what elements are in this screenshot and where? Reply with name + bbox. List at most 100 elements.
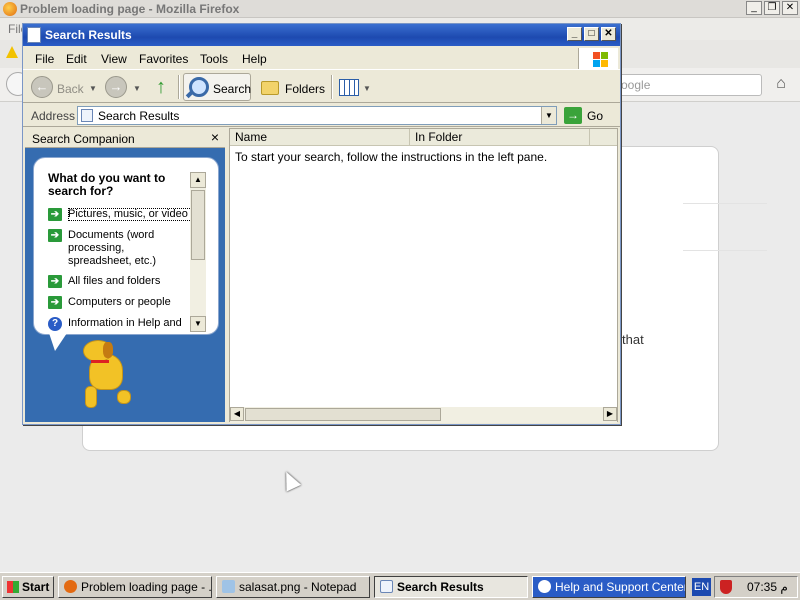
scroll-left-icon[interactable]: ◀ [230,407,244,421]
firefox-logo-icon [3,2,17,16]
task-label: Help and Support Center [555,580,686,594]
task-label: Problem loading page - ... [81,580,212,594]
start-button[interactable]: Start [2,576,54,598]
dog-collar [91,360,109,363]
address-label: Address [31,109,76,123]
address-value: Search Results [98,109,180,123]
results-list: Name In Folder To start your search, fol… [229,128,618,423]
menu-bar: File Edit View Favorites Tools Help [23,46,620,70]
search-options-bubble: What do you want to search for? ➔ Pictur… [33,157,219,335]
menu-edit[interactable]: Edit [66,52,87,66]
help-icon: ? [48,317,62,331]
task-firefox[interactable]: Problem loading page - ... [58,576,212,598]
folder-up-icon[interactable]: ↑ [151,76,171,98]
firefox-restore-button[interactable]: ❐ [764,1,780,15]
forward-dropdown-icon[interactable]: ▼ [133,84,141,93]
green-arrow-icon: ➔ [48,275,62,288]
scroll-right-icon[interactable]: ▶ [603,407,617,421]
task-label: Search Results [397,580,484,594]
windows-flag-icon [578,48,618,69]
toolbar-separator [331,75,332,99]
menu-file[interactable]: File [35,52,54,66]
scroll-down-icon[interactable]: ▼ [190,316,206,332]
standard-toolbar: ← Back ▼ → ▼ ↑ Search Folders ▼ [23,71,620,103]
green-arrow-icon: ➔ [48,229,62,242]
folders-icon[interactable] [261,81,279,95]
divider [683,250,767,251]
search-button-label[interactable]: Search [213,82,251,96]
horizontal-scroll-thumb[interactable] [245,408,441,421]
menu-help[interactable]: Help [242,52,267,66]
column-name[interactable]: Name [230,129,410,146]
notepad-icon [222,580,235,593]
option-documents[interactable]: ➔ Documents (word processing, spreadshee… [48,229,198,268]
search-companion-pane: Search Companion × What do you want to s… [25,128,225,422]
search-results-icon [380,580,393,593]
taskbar: Start Problem loading page - ... salasat… [0,572,800,600]
folders-button-label[interactable]: Folders [285,82,325,96]
address-dropdown-icon[interactable]: ▼ [541,107,556,124]
address-bar: Address Search Results ▼ → Go [23,104,620,127]
go-button-label[interactable]: Go [587,109,603,123]
firefox-minimize-button[interactable]: _ [746,1,762,15]
window-title: Search Results [45,28,132,42]
bubble-tail [49,333,67,351]
task-notepad[interactable]: salasat.png - Notepad [216,576,370,598]
menu-favorites[interactable]: Favorites [139,52,188,66]
option-information-help[interactable]: ? Information in Help and [48,317,198,331]
search-companion-title: Search Companion [32,132,135,146]
firefox-title-bar: Problem loading page - Mozilla Firefox [0,0,800,18]
back-dropdown-icon[interactable]: ▼ [89,84,97,93]
option-label[interactable]: Pictures, music, or video [68,208,198,221]
menu-view[interactable]: View [101,52,127,66]
forward-arrow-icon[interactable]: → [105,76,127,98]
option-label[interactable]: Documents (word processing, spreadsheet,… [68,229,168,268]
menu-tools[interactable]: Tools [200,52,228,66]
dog-ear [103,342,113,358]
option-pictures-music-video[interactable]: ➔ Pictures, music, or video [48,208,198,221]
close-pane-icon[interactable]: × [211,129,219,145]
search-results-icon [81,109,93,122]
windows-logo-icon [7,581,19,593]
firefox-title: Problem loading page - Mozilla Firefox [20,2,240,16]
column-in-folder[interactable]: In Folder [410,129,590,146]
close-button[interactable]: ✕ [601,27,616,41]
help-center-icon [538,580,551,593]
option-label[interactable]: Information in Help and [68,317,198,330]
option-all-files-folders[interactable]: ➔ All files and folders [48,275,198,288]
dog-leg [85,386,97,408]
search-window-icon [27,27,41,43]
search-companion-header: Search Companion × [25,128,225,148]
search-question: What do you want to search for? [48,171,166,198]
clock[interactable]: 07:35 م [747,580,788,594]
option-label[interactable]: All files and folders [68,275,198,288]
scroll-thumb[interactable] [191,190,205,260]
go-arrow-icon[interactable]: → [564,107,582,124]
minimize-button[interactable]: _ [567,27,582,41]
language-indicator[interactable]: EN [692,578,711,596]
options-scrollbar[interactable]: ▲ ▼ [190,172,206,332]
views-icon[interactable] [339,79,359,96]
maximize-button[interactable]: □ [584,27,599,41]
dog-leg [117,390,131,404]
search-window-title-bar[interactable]: Search Results _ □ ✕ [23,24,620,46]
security-shield-icon[interactable] [720,580,732,594]
firefox-search-input[interactable]: oogle [612,74,762,96]
back-arrow-icon[interactable]: ← [31,76,53,98]
option-label[interactable]: Computers or people [68,296,198,309]
column-header-row: Name In Folder [230,129,617,146]
firefox-icon [64,580,77,593]
task-help-support[interactable]: Help and Support Center [532,576,686,598]
home-icon[interactable]: ⌂ [772,75,790,93]
firefox-close-button[interactable]: ✕ [782,1,798,15]
task-search-results[interactable]: Search Results [374,576,528,598]
error-page-text: that [622,332,644,347]
back-button-label[interactable]: Back [57,82,84,96]
task-label: salasat.png - Notepad [239,580,357,594]
horizontal-scrollbar[interactable]: ◀ ▶ [230,407,617,423]
address-input[interactable]: Search Results ▼ [77,106,557,125]
views-dropdown-icon[interactable]: ▼ [363,84,371,93]
scroll-up-icon[interactable]: ▲ [190,172,206,188]
option-computers-people[interactable]: ➔ Computers or people [48,296,198,309]
divider [683,203,767,204]
